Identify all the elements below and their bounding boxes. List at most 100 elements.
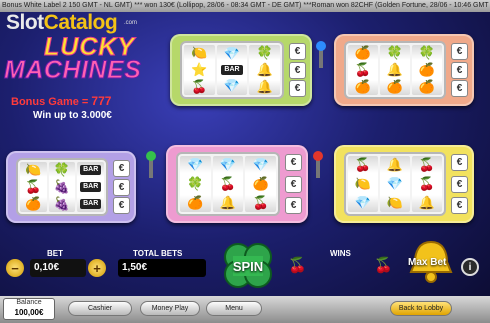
money-play-button[interactable]: Money Play (140, 301, 200, 316)
reel: 🍀 🔔 🍊 (380, 45, 410, 95)
reel-symbol: 💎 (252, 157, 269, 173)
slot-machine[interactable]: 💎 🍀 🍊 💎 🍒 🔔 💎 🍊 🍒 € € € (166, 145, 308, 223)
reel-symbol: 🔔 (219, 194, 237, 210)
euro-bet-button[interactable]: € (451, 61, 468, 79)
reel-symbol: 🔔 (256, 78, 273, 94)
reel-symbol: 🍀 (256, 45, 273, 61)
reel: BAR BAR BAR (77, 162, 105, 212)
bet-buttons: € € € (289, 43, 306, 97)
euro-bet-button[interactable]: € (289, 43, 306, 60)
reel-symbol: 💎 (223, 77, 241, 93)
reel: 💎 🍀 🍊 (180, 156, 211, 212)
lever-icon (146, 151, 156, 178)
info-icon[interactable]: i (461, 258, 479, 276)
reels-window: 🍋 🍒 🍊 🍀 🍇 🍇 BAR BAR BAR (16, 158, 108, 216)
bet-buttons: € € € (113, 160, 130, 214)
euro-bet-button[interactable]: € (451, 197, 468, 214)
reel-symbol: 🍒 (354, 157, 372, 173)
reel-symbol: 🍒 (418, 175, 436, 191)
bet-buttons: € € € (285, 154, 302, 214)
reel-symbol: 🔔 (386, 61, 404, 77)
reel: 🍋 🍒 🍊 (20, 162, 47, 212)
slot-machine[interactable]: 🍋 🍒 🍊 🍀 🍇 🍇 BAR BAR BAR € € € (6, 151, 136, 223)
euro-bet-button[interactable]: € (451, 43, 468, 60)
reel-symbol: 🍀 (418, 45, 436, 61)
reels-window: 💎 🍀 🍊 💎 🍒 🔔 💎 🍊 🍒 (176, 152, 280, 216)
reel-symbol: 💎 (354, 194, 372, 210)
max-bet-button[interactable]: Max Bet (408, 257, 446, 268)
reel: 🍋 ⭐ 🍒 (184, 45, 215, 95)
reel-symbol: 💎 (386, 175, 404, 191)
cashier-button[interactable]: Cashier (68, 301, 132, 316)
slot-machine[interactable]: 🍊 🍒 🍊 🍀 🔔 🍊 🍀 🍊 🍊 € € € (334, 34, 474, 106)
slot-machine[interactable]: 🍋 ⭐ 🍒 💎 BAR 💎 🍀 🔔 🔔 € € € (170, 34, 312, 106)
reel: 🍀 🍊 🍊 (412, 45, 442, 95)
lever-knob (316, 41, 326, 51)
reel-symbol: 🍋 (386, 194, 404, 210)
reel: 💎 🍒 🔔 (212, 156, 244, 212)
minus-icon[interactable]: − (6, 259, 24, 277)
reel-symbol: 🍒 (191, 78, 208, 94)
cherry-icon: 🍒 (374, 257, 393, 274)
spin-label: SPIN (232, 258, 264, 274)
plus-icon[interactable]: + (88, 259, 106, 277)
reel-symbol: 🔔 (386, 157, 404, 173)
win-up-to-text: Win up to 3.000€ (33, 110, 112, 121)
euro-bet-button[interactable]: € (113, 178, 130, 196)
euro-bet-button[interactable]: € (285, 175, 302, 193)
reel-symbol: 🍋 (25, 162, 42, 178)
euro-bet-button[interactable]: € (289, 61, 306, 79)
reel-symbol: 💎 (223, 46, 241, 62)
menu-button[interactable]: Menu (206, 301, 262, 316)
euro-bet-button[interactable]: € (285, 197, 302, 214)
reel-symbol: 🍊 (25, 195, 42, 211)
reel-symbol: 🍋 (191, 45, 208, 61)
euro-bet-button[interactable]: € (451, 154, 468, 171)
back-to-lobby-button[interactable]: Back to Lobby (390, 301, 452, 316)
euro-bet-button[interactable]: € (451, 80, 468, 97)
reel-symbol: 🍒 (354, 61, 372, 77)
logo-sub: .com (124, 20, 138, 26)
reel-symbol: 🔔 (256, 61, 273, 77)
reel-symbol: 🍇 (53, 178, 71, 194)
reel: 🍊 🍒 🍊 (348, 45, 378, 95)
bet-value: 0,10€ (30, 259, 86, 277)
reel-symbol: 🍊 (252, 175, 269, 191)
reel: 💎 BAR 💎 (216, 45, 248, 95)
euro-bet-button[interactable]: € (451, 175, 468, 193)
game-title-line2: MACHINES (3, 56, 142, 85)
slotcatalog-logo: SlotCatalog (6, 11, 118, 35)
reel-symbol: 🍀 (386, 45, 404, 61)
bet-label: BET (47, 249, 63, 258)
euro-bet-button[interactable]: € (285, 154, 302, 171)
reel-symbol: 💎 (187, 157, 204, 173)
euro-bet-button[interactable]: € (113, 160, 130, 177)
balance-value: 100,00€ (14, 308, 44, 317)
reel-symbol: 🍇 (53, 195, 71, 211)
reel-symbol: 💎 (219, 157, 237, 173)
cherry-icon: 🍒 (288, 257, 307, 274)
bonus-value: 777 (91, 94, 112, 108)
reel: 💎 🍊 🍒 (245, 156, 277, 212)
total-bets-value: 1,50€ (118, 259, 206, 277)
reel: 🍒 🍋 💎 (348, 156, 378, 212)
euro-bet-button[interactable]: € (289, 80, 306, 97)
lever-knob (313, 151, 323, 161)
reels-window: 🍋 ⭐ 🍒 💎 BAR 💎 🍀 🔔 🔔 (180, 41, 284, 99)
euro-bet-button[interactable]: € (113, 197, 130, 214)
reel-symbol: 🔔 (418, 194, 436, 210)
reel: 🍀 🍇 🍇 (48, 162, 76, 212)
reel-symbol: 🍊 (418, 61, 436, 77)
reel-symbol: 🍋 (354, 175, 372, 191)
spin-button[interactable]: SPIN (218, 240, 278, 292)
balance-label: Balance (16, 299, 42, 306)
reel: 🔔 💎 🍋 (380, 156, 410, 212)
bar-symbol: BAR (80, 181, 102, 192)
reel-symbol: 🍒 (252, 194, 269, 210)
total-bets-label: TOTAL BETS (133, 249, 183, 258)
slot-machine[interactable]: 🍒 🍋 💎 🔔 💎 🍋 🍒 🍒 🔔 € € € (334, 145, 474, 223)
reel-symbol: 🍊 (354, 45, 372, 61)
bonus-label: Bonus Game = (11, 96, 92, 108)
balance-box: Balance 100,00€ (3, 298, 55, 320)
reel-symbol: 🍒 (25, 178, 42, 194)
